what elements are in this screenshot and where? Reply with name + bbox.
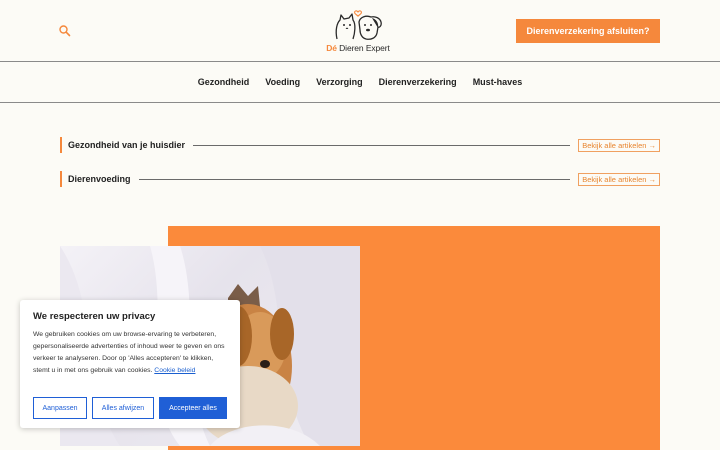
logo-wordmark: Dé Dieren Expert <box>320 43 396 53</box>
nav-item-gezondheid[interactable]: Gezondheid <box>198 77 250 87</box>
section-divider <box>138 178 571 180</box>
section-accent-bar <box>60 137 62 153</box>
section-title: Gezondheid van je huisdier <box>68 140 186 150</box>
search-icon[interactable] <box>58 24 72 38</box>
nav-item-must-haves[interactable]: Must-haves <box>473 77 523 87</box>
section-title: Dierenvoeding <box>68 174 131 184</box>
logo-prefix: Dé <box>326 43 337 53</box>
section-accent-bar <box>60 171 62 187</box>
cookie-body-text: We gebruiken cookies om uw browse-ervari… <box>33 331 225 374</box>
nav-item-verzorging[interactable]: Verzorging <box>316 77 363 87</box>
customize-button[interactable]: Aanpassen <box>33 397 87 419</box>
site-logo[interactable]: Dé Dieren Expert <box>320 8 396 56</box>
cookie-policy-link[interactable]: Cookie beleid <box>154 367 195 374</box>
nav-item-dierenverzekering[interactable]: Dierenverzekering <box>379 77 457 87</box>
reject-all-button[interactable]: Alles afwijzen <box>92 397 154 419</box>
cookie-title: We respecteren uw privacy <box>33 311 156 322</box>
cookie-description: We gebruiken cookies om uw browse-ervari… <box>33 329 227 377</box>
section-header-gezondheid: Gezondheid van je huisdier Bekijk alle a… <box>60 137 660 153</box>
section-divider <box>193 144 571 146</box>
view-all-articles-link[interactable]: Bekijk alle artikelen → <box>578 138 660 152</box>
logo-name: Dieren Expert <box>339 43 390 53</box>
cookie-consent-dialog: We respecteren uw privacy We gebruiken c… <box>20 300 240 428</box>
view-all-articles-link[interactable]: Bekijk alle artikelen → <box>578 172 660 186</box>
nav-item-voeding[interactable]: Voeding <box>265 77 300 87</box>
main-nav: Gezondheid Voeding Verzorging Dierenverz… <box>0 62 720 103</box>
cookie-buttons: Aanpassen Alles afwijzen Accepteer alles <box>33 397 227 419</box>
site-header: Dé Dieren Expert Dierenverzekering afslu… <box>0 0 720 62</box>
section-header-dierenvoeding: Dierenvoeding Bekijk alle artikelen → <box>60 171 660 187</box>
insurance-cta-button[interactable]: Dierenverzekering afsluiten? <box>516 19 660 43</box>
accept-all-button[interactable]: Accepteer alles <box>159 397 227 419</box>
logo-cat-dog-icon <box>335 10 382 40</box>
